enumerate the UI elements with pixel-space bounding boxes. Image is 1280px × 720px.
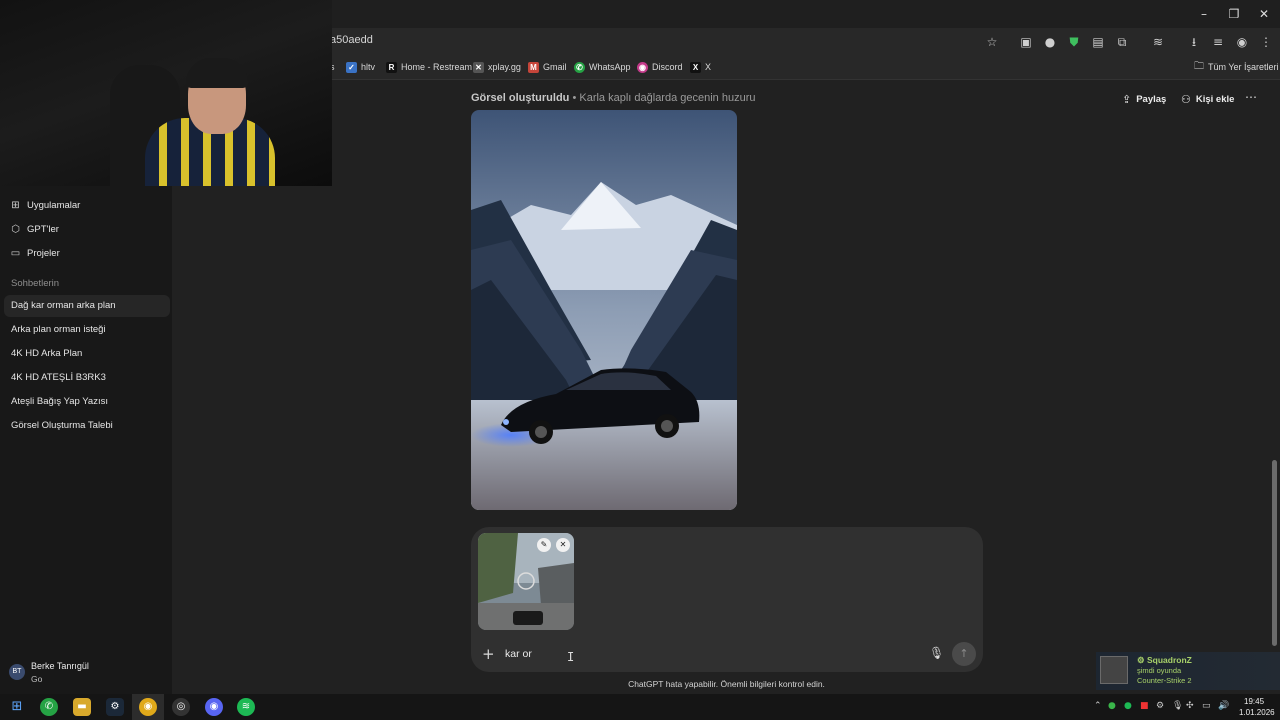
folder-icon: ▭: [10, 247, 21, 259]
bookmark-hltv[interactable]: ✓ hltv: [346, 60, 375, 74]
windows-start-icon[interactable]: ⊞: [8, 698, 26, 716]
restore-icon[interactable]: ❐: [1226, 6, 1242, 22]
gmail-icon: M: [528, 61, 539, 73]
friend-name: ⚙ SquadronZ: [1137, 655, 1192, 665]
user-avatar[interactable]: BT: [9, 664, 25, 680]
hltv-icon: ✓: [346, 61, 357, 73]
add-attachment-icon[interactable]: +: [482, 645, 495, 663]
reading-list-icon[interactable]: ≡: [1210, 34, 1226, 50]
streamer-beanie: [186, 58, 248, 88]
bookmark-xplay[interactable]: ✕ xplay.gg: [473, 60, 521, 74]
chat-item[interactable]: 4K HD Arka Plan: [4, 343, 170, 365]
chat-title: Görsel oluşturuldu • Karla kaplı dağlard…: [471, 92, 756, 104]
bookmark-x[interactable]: XX: [690, 60, 711, 74]
tray-app-icon[interactable]: ●: [1108, 701, 1116, 711]
microphone-icon[interactable]: 🎙: [929, 646, 944, 660]
gpts-cube-icon: ⬡: [11, 223, 20, 235]
prompt-input[interactable]: [505, 646, 905, 662]
minimize-icon[interactable]: –: [1196, 6, 1212, 22]
add-person-button[interactable]: ⚇ Kişi ekle: [1181, 92, 1234, 106]
extensions-puzzle-icon[interactable]: ⧉: [1114, 34, 1130, 50]
clock-date[interactable]: 1.01.2026: [1239, 708, 1275, 717]
image-status: Görsel oluşturuldu: [471, 92, 570, 104]
webcam-overlay: [0, 0, 332, 186]
whatsapp-taskbar-icon[interactable]: ✆: [40, 698, 58, 716]
clock-time[interactable]: 19:45: [1244, 697, 1264, 706]
xplay-icon: ✕: [473, 61, 484, 73]
share-button[interactable]: ⇪ Paylaş: [1122, 92, 1166, 106]
send-button[interactable]: ↑: [952, 642, 976, 666]
menu-kebab-icon[interactable]: ⋮: [1258, 34, 1274, 50]
more-options-icon[interactable]: ⋯: [1245, 90, 1257, 104]
tray-app-icon[interactable]: ■: [1140, 701, 1149, 711]
user-name[interactable]: Berke Tanrıgül: [31, 661, 89, 671]
chats-section-title: Sohbetlerin: [11, 278, 60, 289]
chat-item[interactable]: 4K HD ATEŞLİ B3RK3: [4, 367, 170, 389]
generated-image[interactable]: [471, 110, 737, 510]
friend-avatar: [1100, 656, 1128, 684]
whatsapp-icon: ✆: [574, 61, 585, 73]
tray-network-icon[interactable]: ▭: [1202, 701, 1211, 711]
shield-extension-icon[interactable]: ⛊: [1066, 34, 1082, 50]
download-icon[interactable]: ⭳: [1186, 34, 1202, 50]
add-person-icon: ⚇: [1181, 92, 1191, 106]
snowy-mountain-car-image: [471, 110, 737, 510]
share-icon: ⇪: [1122, 92, 1132, 106]
tray-volume-icon[interactable]: 🔊: [1218, 701, 1229, 711]
bookmark-star-icon[interactable]: ☆: [984, 34, 1000, 50]
file-explorer-icon[interactable]: ▬: [73, 698, 91, 716]
steam-icon[interactable]: ⚙: [106, 698, 124, 716]
chat-item-active[interactable]: Dağ kar orman arka plan: [4, 295, 170, 317]
chat-item[interactable]: Görsel Oluşturma Talebi: [4, 415, 170, 437]
scrollbar-thumb[interactable]: [1272, 460, 1277, 646]
close-window-icon[interactable]: ✕: [1256, 6, 1272, 22]
x-icon: X: [690, 61, 701, 73]
tray-mic-icon[interactable]: 🎙: [1172, 701, 1183, 711]
sidebar-item-projects[interactable]: ▭ Projeler: [10, 243, 60, 263]
chat-item[interactable]: Ateşli Bağış Yap Yazısı: [4, 391, 170, 413]
tab-search-icon[interactable]: ≋: [1150, 34, 1166, 50]
edit-image-icon[interactable]: ✎: [537, 538, 551, 552]
sidebar-item-gpts[interactable]: ⬡ GPT'ler: [10, 219, 59, 239]
disclaimer-text: ChatGPT hata yapabilir. Önemli bilgileri…: [628, 679, 825, 689]
bookmark-whatsapp[interactable]: ✆ WhatsApp: [574, 60, 631, 74]
apps-grid-icon: ⊞: [11, 199, 20, 211]
tray-app-icon[interactable]: ✣: [1186, 701, 1194, 711]
tray-overflow-icon[interactable]: ⌃: [1094, 701, 1102, 711]
discord-taskbar-icon[interactable]: ◉: [205, 698, 223, 716]
restream-icon: R: [386, 61, 397, 73]
friend-game: Counter-Strike 2: [1137, 676, 1192, 685]
extension-icon[interactable]: ▣: [1018, 34, 1034, 50]
chat-title-text: • Karla kaplı dağlarda gecenin huzuru: [569, 92, 756, 104]
address-bar[interactable]: a50aedd: [330, 34, 373, 46]
tray-spotify-icon[interactable]: ●: [1124, 701, 1132, 711]
spotify-icon[interactable]: ≋: [237, 698, 255, 716]
arrow-up-icon: ↑: [959, 647, 969, 660]
bookmark-restream[interactable]: R Home - Restream: [386, 60, 472, 74]
remove-image-icon[interactable]: ✕: [556, 538, 570, 552]
discord-icon: ◉: [637, 61, 648, 73]
friend-status: şimdi oyunda: [1137, 666, 1182, 675]
sidebar-item-apps[interactable]: ⊞ Uygulamalar: [10, 195, 80, 215]
taskbar: [0, 694, 1280, 720]
obs-icon[interactable]: ◎: [172, 698, 190, 716]
bookmark-discord[interactable]: ◉ Discord: [637, 60, 683, 74]
folder-icon: 🗀: [1194, 60, 1204, 72]
tray-steam-icon[interactable]: ⚙: [1156, 701, 1164, 711]
extension-icon[interactable]: ●: [1042, 34, 1058, 50]
extension-icon[interactable]: ▤: [1090, 34, 1106, 50]
chat-item[interactable]: Arka plan orman isteği: [4, 319, 170, 341]
profile-avatar-icon[interactable]: ◉: [1234, 34, 1250, 50]
chrome-icon[interactable]: ◉: [139, 698, 157, 716]
text-cursor-icon: I: [567, 650, 575, 664]
bookmark-gmail[interactable]: M Gmail: [528, 60, 567, 74]
all-bookmarks[interactable]: 🗀 Tüm Yer İşaretleri: [1194, 60, 1279, 74]
